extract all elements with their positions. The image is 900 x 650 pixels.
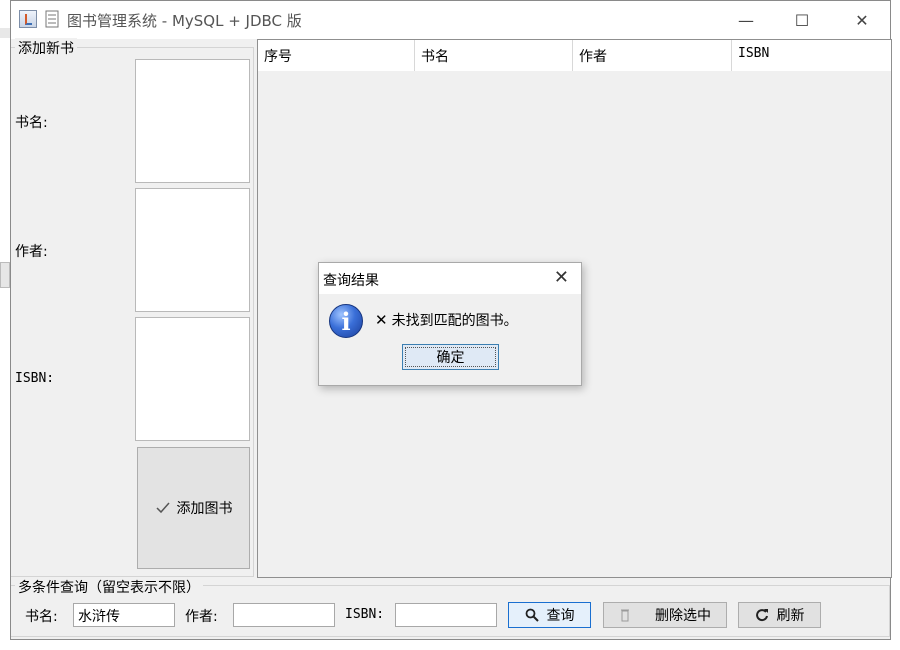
- book-name-textarea[interactable]: [135, 59, 250, 183]
- book-name-label: 书名:: [15, 115, 48, 131]
- close-icon: ✕: [855, 10, 869, 30]
- add-book-button-label: 添加图书: [176, 501, 233, 517]
- dialog-ok-button[interactable]: 确定: [402, 344, 499, 370]
- refresh-button-label: 刷新: [776, 608, 805, 624]
- query-author-label: 作者:: [185, 609, 218, 625]
- query-book-name-label: 书名:: [25, 609, 58, 625]
- delete-selected-button-label: 删除选中: [655, 608, 711, 624]
- query-book-name-input[interactable]: 水浒传: [73, 603, 175, 627]
- query-button[interactable]: 查询: [508, 602, 591, 628]
- author-label: 作者:: [15, 244, 48, 260]
- dialog-close-button[interactable]: ✕: [554, 267, 569, 288]
- delete-selected-button[interactable]: 删除选中: [603, 602, 727, 628]
- close-icon: ✕: [553, 267, 569, 288]
- background-fragment: [0, 262, 10, 288]
- java-app-icon: [19, 10, 37, 28]
- refresh-icon: [755, 609, 768, 622]
- minimize-icon: —: [738, 10, 754, 30]
- cross-mark-icon: ✕: [375, 311, 388, 329]
- dialog-message-text: 未找到匹配的图书。: [391, 313, 518, 329]
- query-author-input[interactable]: [233, 603, 335, 627]
- title-bar: 图书管理系统 - MySQL + JDBC 版 — ☐ ✕: [11, 1, 890, 39]
- background-fragment: [0, 28, 10, 38]
- book-icon: [45, 10, 59, 28]
- close-window-button[interactable]: ✕: [839, 1, 885, 39]
- query-group-title: 多条件查询（留空表示不限）: [15, 577, 203, 597]
- refresh-button[interactable]: 刷新: [738, 602, 821, 628]
- add-book-group-title: 添加新书: [15, 38, 77, 58]
- maximize-icon: ☐: [794, 10, 810, 30]
- isbn-textarea[interactable]: [135, 317, 250, 441]
- search-icon: [525, 608, 539, 622]
- dialog-title: 查询结果: [323, 273, 379, 289]
- column-header-index[interactable]: 序号: [258, 40, 415, 71]
- check-icon: [155, 502, 170, 514]
- info-icon: i: [329, 304, 363, 338]
- window-title: 图书管理系统 - MySQL + JDBC 版: [67, 12, 302, 30]
- column-header-title[interactable]: 书名: [415, 40, 573, 71]
- query-isbn-label: ISBN:: [345, 607, 385, 622]
- dialog-message: ✕ 未找到匹配的图书。: [375, 310, 518, 330]
- isbn-label: ISBN:: [15, 371, 55, 386]
- query-button-label: 查询: [546, 608, 575, 624]
- dialog-ok-label: 确定: [436, 350, 465, 366]
- info-icon-glyph: i: [341, 306, 351, 336]
- column-header-isbn[interactable]: ISBN: [732, 40, 891, 71]
- add-book-button[interactable]: 添加图书: [137, 447, 250, 569]
- column-header-author[interactable]: 作者: [573, 40, 732, 71]
- maximize-button[interactable]: ☐: [779, 1, 825, 39]
- author-textarea[interactable]: [135, 188, 250, 312]
- trash-icon: [621, 609, 629, 622]
- background-window: [0, 0, 10, 650]
- query-result-dialog: 查询结果 ✕ i ✕ 未找到匹配的图书。 确定: [318, 262, 582, 386]
- table-header: 序号 书名 作者 ISBN: [258, 40, 891, 71]
- minimize-button[interactable]: —: [723, 1, 769, 39]
- dialog-title-bar: 查询结果 ✕: [319, 263, 581, 294]
- query-isbn-input[interactable]: [395, 603, 497, 627]
